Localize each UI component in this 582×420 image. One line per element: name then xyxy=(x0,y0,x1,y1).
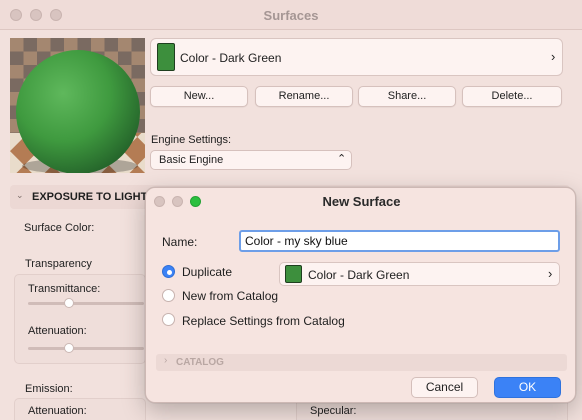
source-swatch xyxy=(285,265,302,283)
surface-preview xyxy=(10,38,145,173)
emission-attenuation-label: Attenuation: xyxy=(28,405,87,417)
emission-label: Emission: xyxy=(25,383,73,395)
catalog-label: CATALOG xyxy=(176,357,224,368)
new-surface-dialog: New Surface Name: Duplicate Color - Dark… xyxy=(145,187,576,403)
section-title: EXPOSURE TO LIGHT xyxy=(32,191,148,203)
ok-button[interactable]: OK xyxy=(494,377,561,398)
chevron-right-icon: › xyxy=(164,355,168,366)
attenuation-slider[interactable] xyxy=(28,347,144,350)
chevron-right-icon: › xyxy=(551,49,556,64)
transmittance-slider[interactable] xyxy=(28,302,144,305)
transmittance-label: Transmittance: xyxy=(28,283,101,295)
updown-chevron-icon: ⌃ xyxy=(337,153,347,165)
cancel-button[interactable]: Cancel xyxy=(411,377,478,398)
specular-label: Specular: xyxy=(310,405,357,417)
surface-selector[interactable]: Color - Dark Green › xyxy=(150,38,563,76)
duplicate-radio[interactable] xyxy=(162,265,175,278)
new-from-catalog-label[interactable]: New from Catalog xyxy=(182,289,278,303)
transparency-label: Transparency xyxy=(25,258,92,270)
source-surface-selector[interactable]: Color - Dark Green › xyxy=(279,262,560,286)
attenuation-label: Attenuation: xyxy=(28,325,87,337)
engine-settings-label: Engine Settings: xyxy=(151,134,232,146)
catalog-section-header[interactable]: › CATALOG xyxy=(156,354,567,371)
replace-settings-label[interactable]: Replace Settings from Catalog xyxy=(182,314,345,328)
dialog-title: New Surface xyxy=(322,194,401,209)
new-button[interactable]: New... xyxy=(150,86,248,107)
window-title: Surfaces xyxy=(263,8,319,23)
source-surface-name: Color - Dark Green xyxy=(308,268,410,282)
delete-button[interactable]: Delete... xyxy=(462,86,562,107)
chevron-right-icon: › xyxy=(548,266,553,281)
engine-select-value: Basic Engine xyxy=(159,154,224,166)
rename-button[interactable]: Rename... xyxy=(255,86,353,107)
surface-color-label: Surface Color: xyxy=(24,222,95,234)
engine-select[interactable]: Basic Engine ⌃ xyxy=(150,150,352,170)
surface-name: Color - Dark Green xyxy=(180,51,282,65)
name-input[interactable] xyxy=(239,230,560,252)
duplicate-label[interactable]: Duplicate xyxy=(182,265,232,279)
surface-swatch xyxy=(157,43,175,71)
new-from-catalog-radio[interactable] xyxy=(162,289,175,302)
replace-settings-radio[interactable] xyxy=(162,313,175,326)
share-button[interactable]: Share... xyxy=(358,86,456,107)
name-label: Name: xyxy=(162,235,198,249)
chevron-down-icon: ⌄ xyxy=(16,190,24,200)
